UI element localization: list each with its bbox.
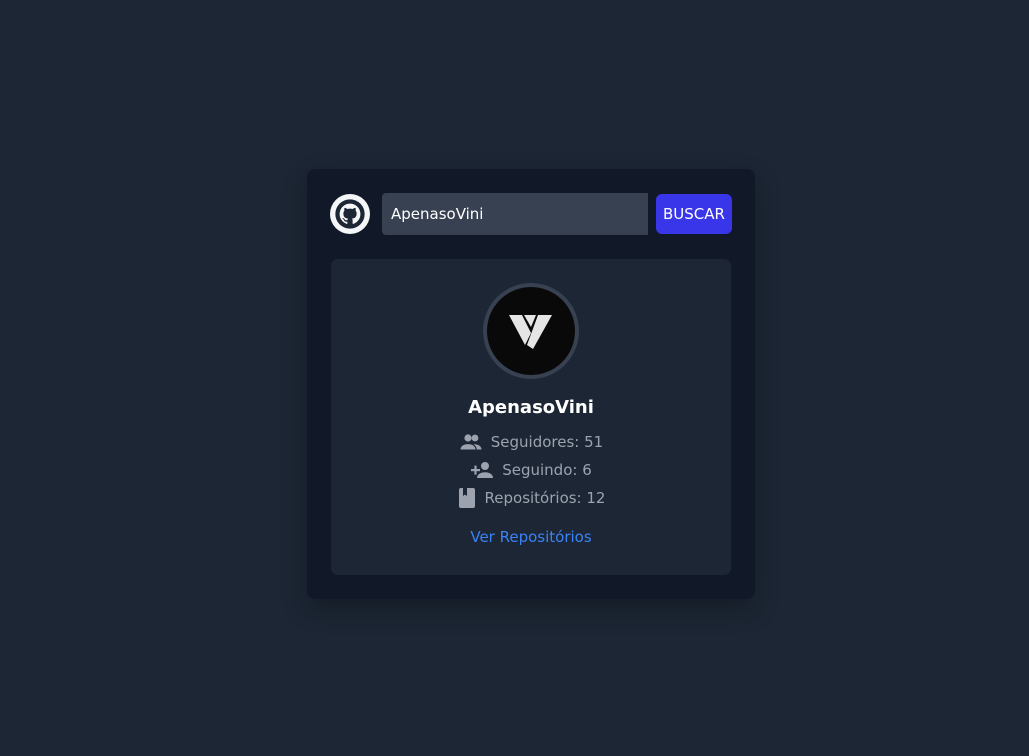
following-label: Seguindo: 6 [502, 461, 592, 479]
profile-username: ApenasoVini [468, 397, 594, 418]
avatar-logo [509, 315, 552, 349]
person-add-icon [470, 460, 502, 480]
search-button[interactable]: BUSCAR [656, 194, 732, 234]
followers-label: Seguidores: 51 [490, 433, 604, 451]
search-card: BUSCAR ApenasoVini Seguidores: 51 [307, 169, 755, 599]
avatar [483, 283, 579, 379]
repos-stat: Repositórios: 12 [331, 487, 731, 509]
following-stat: Seguindo: 6 [331, 459, 731, 481]
group-icon [459, 433, 491, 451]
book-icon [457, 487, 485, 509]
repos-label: Repositórios: 12 [484, 489, 606, 507]
view-repos-link[interactable]: Ver Repositórios [331, 528, 731, 546]
followers-stat: Seguidores: 51 [331, 431, 731, 453]
github-icon [330, 194, 370, 234]
search-input[interactable] [382, 193, 648, 235]
profile-card: ApenasoVini Seguidores: 51 Seguindo: 6 R… [331, 259, 731, 575]
